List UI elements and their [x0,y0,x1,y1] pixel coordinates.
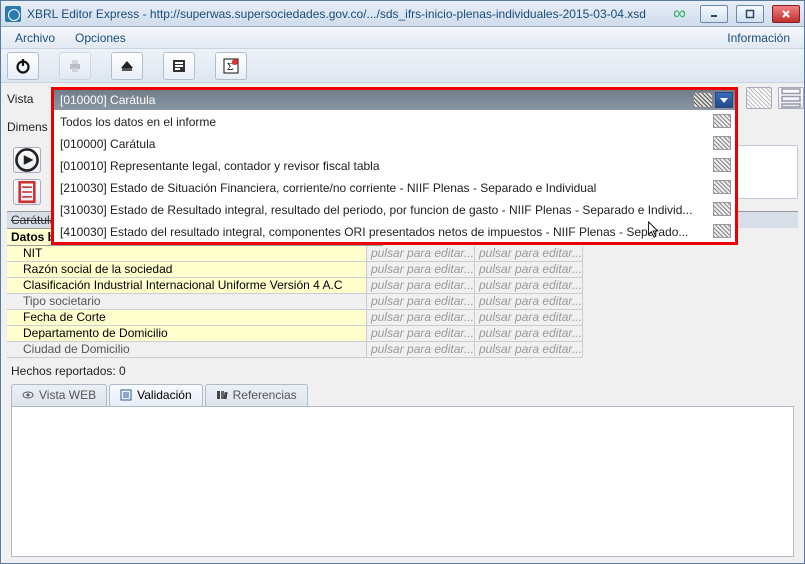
vista-label: Vista [7,92,51,106]
dropdown-arrow-icon[interactable] [715,92,733,108]
document-button[interactable] [163,52,195,80]
table-row: NITpulsar para editar...pulsar para edit… [7,246,798,262]
row-label: Departamento de Domicilio [7,326,367,342]
editable-cell[interactable]: pulsar para editar... [367,326,475,342]
editable-cell[interactable]: pulsar para editar... [367,310,475,326]
vista-combo-list: Todos los datos en el informe [010000] C… [54,110,735,242]
grid-icon [713,224,731,238]
maximize-button[interactable] [736,5,764,23]
editable-cell[interactable]: pulsar para editar... [475,262,583,278]
infinity-icon: ∞ [667,3,692,24]
table-row: Razón social de la sociedadpulsar para e… [7,262,798,278]
combo-option[interactable]: [410030] Estado del resultado integral, … [54,220,735,242]
sigma-button[interactable]: Σ [215,52,247,80]
editable-cell[interactable]: pulsar para editar... [475,294,583,310]
dimens-label: Dimens [7,120,51,134]
window-title: XBRL Editor Express - http://superwas.su… [27,7,661,21]
grid-icon [713,136,731,150]
editable-cell[interactable]: pulsar para editar... [367,294,475,310]
form-button[interactable] [778,87,804,109]
row-label: Ciudad de Domicilio [7,342,367,358]
editable-cell[interactable]: pulsar para editar... [475,278,583,294]
menu-opciones[interactable]: Opciones [67,29,134,47]
grid-toggle-button[interactable] [746,87,772,109]
editable-cell[interactable]: pulsar para editar... [367,246,475,262]
row-label: NIT [7,246,367,262]
table-row: Tipo societariopulsar para editar...puls… [7,294,798,310]
editable-cell[interactable]: pulsar para editar... [475,342,583,358]
tab-content [11,406,794,557]
scanner-button[interactable] [111,52,143,80]
app-icon [5,6,21,22]
side-icons [746,87,804,109]
grid-icon [713,180,731,194]
table-row: Departamento de Domiciliopulsar para edi… [7,326,798,342]
row-label: Tipo societario [7,294,367,310]
print-button[interactable] [59,52,91,80]
table-row: Fecha de Cortepulsar para editar...pulsa… [7,310,798,326]
table-row: Clasificación Industrial Internacional U… [7,278,798,294]
grid-icon [693,92,713,108]
books-icon [216,389,228,401]
editable-cell[interactable]: pulsar para editar... [475,246,583,262]
table-row: Ciudad de Domiciliopulsar para editar...… [7,342,798,358]
combo-option[interactable]: [010000] Carátula [54,132,735,154]
combo-option[interactable]: [310030] Estado de Resultado integral, r… [54,198,735,220]
tab-validacion[interactable]: Validación [109,384,202,406]
combo-option[interactable]: [010010] Representante legal, contador y… [54,154,735,176]
combo-option[interactable]: Todos los datos en el informe [54,110,735,132]
cursor-icon [647,221,661,239]
editable-cell[interactable]: pulsar para editar... [367,278,475,294]
vista-combo-selected-text: [010000] Carátula [60,93,155,107]
combo-option[interactable]: [210030] Estado de Situación Financiera,… [54,176,735,198]
minimize-button[interactable] [700,5,728,23]
menubar: Archivo Opciones Información [1,27,804,49]
tab-referencias[interactable]: Referencias [205,384,308,406]
vista-combo[interactable]: [010000] Carátula Todos los datos en el … [51,87,738,245]
tab-vista-web[interactable]: Vista WEB [11,384,107,406]
editable-cell[interactable]: pulsar para editar... [475,310,583,326]
editable-cell[interactable]: pulsar para editar... [367,262,475,278]
editable-cell[interactable]: pulsar para editar... [475,326,583,342]
row-label: Fecha de Corte [7,310,367,326]
play-button[interactable] [13,147,41,173]
toolbar: Σ [1,49,804,83]
close-button[interactable] [772,5,800,23]
grid-icon [713,202,731,216]
body: Vista [010000] Carátula Todos los datos … [1,83,804,563]
doc-red-button[interactable] [13,179,41,205]
grid-icon [713,158,731,172]
bottom-tabs: Vista WEB Validación Referencias [7,384,798,406]
editable-cell[interactable]: pulsar para editar... [367,342,475,358]
menu-informacion[interactable]: Información [719,29,798,47]
list-icon [120,389,132,401]
app-window: XBRL Editor Express - http://superwas.su… [0,0,805,564]
vista-combo-highlight: [010000] Carátula Todos los datos en el … [51,87,738,245]
vista-combo-selected[interactable]: [010000] Carátula [54,90,735,110]
row-label: Clasificación Industrial Internacional U… [7,278,367,294]
eye-icon [22,389,34,401]
menu-archivo[interactable]: Archivo [7,29,63,47]
status-text: Hechos reportados: 0 [7,358,798,382]
grid-icon [713,114,731,128]
row-label: Razón social de la sociedad [7,262,367,278]
power-button[interactable] [7,52,39,80]
titlebar: XBRL Editor Express - http://superwas.su… [1,1,804,27]
